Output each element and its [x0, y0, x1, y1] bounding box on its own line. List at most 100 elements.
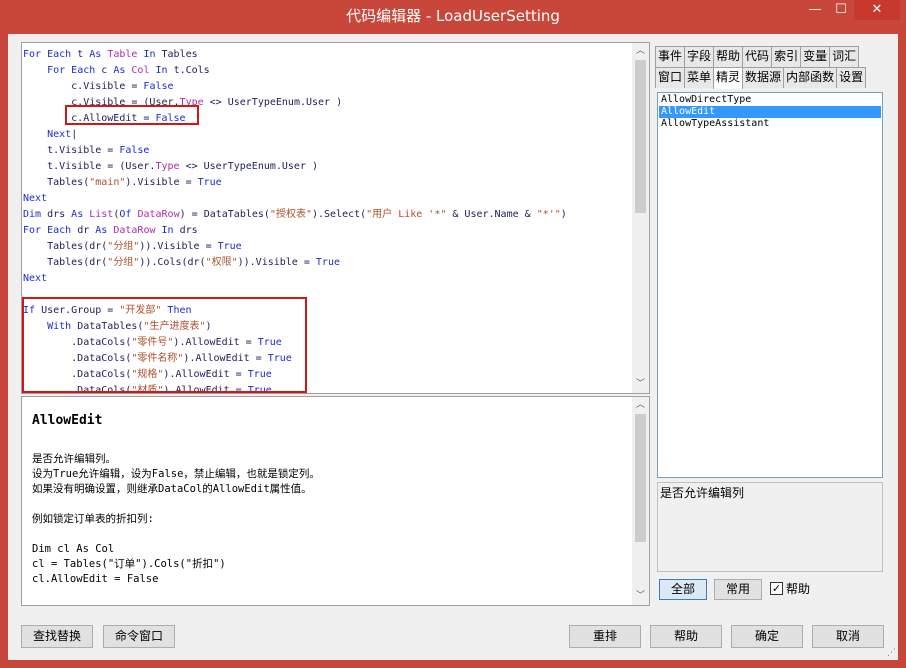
- minimize-button[interactable]: —: [802, 0, 828, 20]
- code-line[interactable]: Next|: [22, 127, 632, 143]
- code-token: As: [89, 49, 102, 60]
- code-token: As: [71, 209, 84, 220]
- code-token: Next: [47, 129, 72, 140]
- tab-row1-5[interactable]: 变量: [800, 46, 831, 67]
- code-token: ) = DataTables(: [179, 209, 270, 220]
- cancel-button[interactable]: 取消: [812, 625, 884, 648]
- code-token: "分组": [107, 241, 140, 252]
- tab-row2-4[interactable]: 内部函数: [783, 67, 838, 88]
- find-replace-button[interactable]: 查找替换: [21, 625, 93, 648]
- code-token: ).Select(: [311, 209, 367, 220]
- list-item[interactable]: AllowTypeAssistant: [659, 118, 881, 130]
- window-controls: — ☐ ✕: [802, 0, 900, 22]
- all-button[interactable]: 全部: [659, 579, 707, 600]
- close-button[interactable]: ✕: [854, 0, 900, 20]
- code-token: False: [143, 81, 174, 92]
- member-description: 是否允许编辑列: [657, 482, 883, 572]
- code-token: "权限": [205, 257, 238, 268]
- list-item[interactable]: AllowEdit: [659, 106, 881, 118]
- code-line[interactable]: Tables(dr("分组")).Visible = True: [22, 239, 632, 255]
- code-token: |: [71, 129, 78, 140]
- tab-row2-0[interactable]: 窗口: [655, 67, 686, 88]
- code-line[interactable]: Tables("main").Visible = True: [22, 175, 632, 191]
- code-token: As: [113, 65, 126, 76]
- code-token: For Each: [23, 49, 72, 60]
- code-token: c.Visible =: [23, 81, 144, 92]
- command-window-button[interactable]: 命令窗口: [103, 625, 175, 648]
- help-checkbox[interactable]: ✓: [770, 582, 783, 595]
- tab-row1-6[interactable]: 词汇: [829, 46, 860, 67]
- list-item[interactable]: AllowDirectType: [659, 94, 881, 106]
- tab-row1-1[interactable]: 字段: [684, 46, 715, 67]
- code-line[interactable]: Dim drs As List(Of DataRow) = DataTables…: [22, 207, 632, 223]
- code-line[interactable]: For Each dr As DataRow In drs: [22, 223, 632, 239]
- code-token: c: [95, 65, 114, 76]
- code-line[interactable]: t.Visible = False: [22, 143, 632, 159]
- tab-row1-0[interactable]: 事件: [655, 46, 686, 67]
- scroll-thumb[interactable]: [635, 60, 646, 213]
- tab-row2-2[interactable]: 精灵: [713, 67, 744, 89]
- resize-grip-icon[interactable]: ⋰: [887, 648, 896, 658]
- code-token: In: [155, 65, 168, 76]
- code-token: & User.Name &: [446, 209, 537, 220]
- ok-button[interactable]: 确定: [731, 625, 803, 648]
- code-token: "授权表": [269, 209, 312, 220]
- code-token: Tables(: [23, 177, 90, 188]
- tab-row2-5[interactable]: 设置: [836, 67, 867, 88]
- help-button[interactable]: 帮助: [650, 625, 722, 648]
- tab-row1-2[interactable]: 帮助: [713, 46, 744, 67]
- tab-row2-3[interactable]: 数据源: [742, 67, 785, 88]
- code-token: ).Visible =: [125, 177, 198, 188]
- side-tabs: 事件 字段 帮助 代码 索引 变量 词汇 窗口 菜单 精灵 数据源 内部函数 设置: [655, 46, 887, 89]
- code-line[interactable]: t.Visible = (User.Type <> UserTypeEnum.U…: [22, 159, 632, 175]
- code-token: Col: [131, 65, 150, 76]
- help-checkbox-label: 帮助: [786, 582, 811, 596]
- scroll-down-arrow-icon[interactable]: ﹀: [632, 588, 649, 605]
- tab-row2-1[interactable]: 菜单: [684, 67, 715, 88]
- code-token: For Each: [23, 225, 72, 236]
- scroll-thumb[interactable]: [635, 414, 646, 542]
- code-token: Of: [119, 209, 132, 220]
- code-token: Tables(dr(: [23, 241, 108, 252]
- code-line[interactable]: Tables(dr("分组")).Cols(dr("权限")).Visible …: [22, 255, 632, 271]
- code-token: )).Visible =: [237, 257, 316, 268]
- scroll-up-arrow-icon[interactable]: ︿: [632, 397, 649, 414]
- code-vertical-scrollbar[interactable]: ︿ ﹀: [632, 43, 649, 393]
- member-listbox[interactable]: AllowDirectType AllowEdit AllowTypeAssista…: [657, 92, 883, 478]
- code-line[interactable]: Next: [22, 271, 632, 287]
- code-token: False: [119, 145, 150, 156]
- code-token: As: [95, 225, 108, 236]
- tab-row1-3[interactable]: 代码: [742, 46, 773, 67]
- code-line[interactable]: For Each c As Col In t.Cols: [22, 63, 632, 79]
- rearrange-button[interactable]: 重排: [569, 625, 641, 648]
- window-client-area: For Each t As Table In Tables For Each c…: [8, 34, 898, 660]
- help-vertical-scrollbar[interactable]: ︿ ﹀: [632, 397, 649, 605]
- code-token: drs: [173, 225, 198, 236]
- highlight-box-allowedit-line: [65, 105, 199, 125]
- code-token: ): [560, 209, 567, 220]
- tab-row-2: 窗口 菜单 精灵 数据源 内部函数 设置: [655, 67, 887, 89]
- code-token: <> UserTypeEnum.User ): [179, 161, 319, 172]
- title-bar[interactable]: 代码编辑器 - LoadUserSetting — ☐ ✕: [0, 0, 906, 34]
- code-token: "用户 Like '*": [366, 209, 447, 220]
- code-token: )).Cols(dr(: [139, 257, 206, 268]
- code-token: DataRow: [113, 225, 156, 236]
- help-title: AllowEdit: [32, 413, 103, 428]
- tab-row1-4[interactable]: 索引: [771, 46, 802, 67]
- common-button[interactable]: 常用: [714, 579, 762, 600]
- maximize-button[interactable]: ☐: [828, 0, 854, 20]
- help-body: 是否允许编辑列。 设为True允许编辑，设为False，禁止编辑，也就是锁定列。…: [32, 453, 320, 585]
- code-token: t: [71, 49, 90, 60]
- highlight-box-if-block: [22, 297, 307, 393]
- code-editor[interactable]: For Each t As Table In Tables For Each c…: [21, 42, 650, 394]
- code-line[interactable]: c.Visible = False: [22, 79, 632, 95]
- scroll-down-arrow-icon[interactable]: ﹀: [632, 376, 649, 393]
- code-line[interactable]: For Each t As Table In Tables: [22, 47, 632, 63]
- code-token: <> UserTypeEnum.User ): [203, 97, 343, 108]
- code-token: dr: [71, 225, 96, 236]
- scroll-up-arrow-icon[interactable]: ︿: [632, 43, 649, 60]
- window-title: 代码编辑器 - LoadUserSetting: [346, 7, 560, 25]
- code-line[interactable]: Next: [22, 191, 632, 207]
